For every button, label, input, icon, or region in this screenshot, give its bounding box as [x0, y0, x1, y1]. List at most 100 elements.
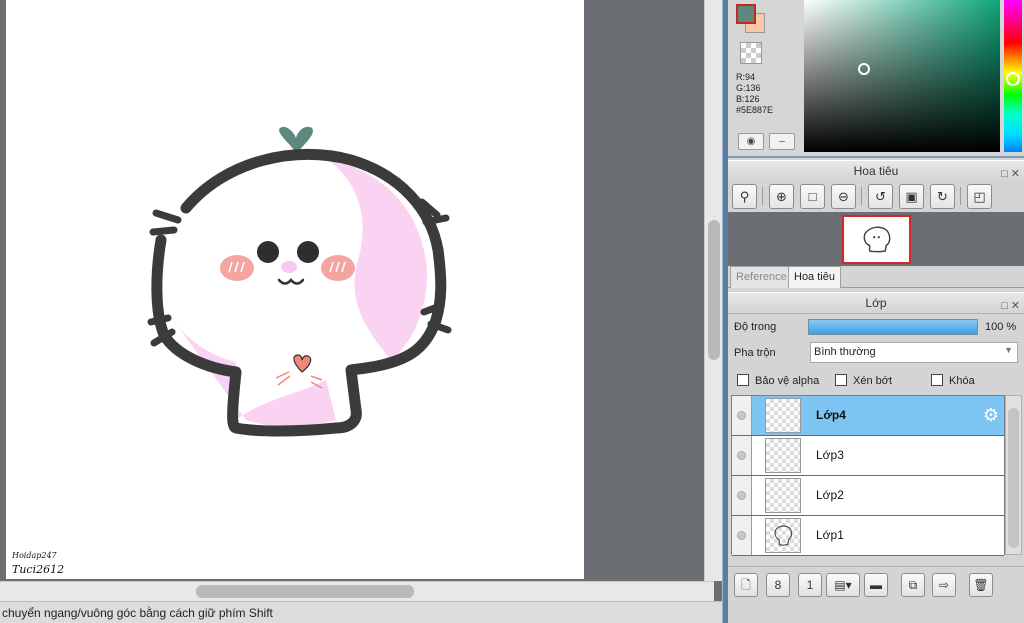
layer-name: Lớp4: [816, 408, 846, 422]
gear-icon[interactable]: ⚙: [981, 405, 1001, 425]
clipping-checkbox[interactable]: Xén bớt: [835, 374, 892, 387]
new-folder-button[interactable]: ▬: [864, 573, 888, 597]
minimize-icon: –: [779, 136, 785, 147]
canvas-paper[interactable]: Hoidap247 Tuci2612: [6, 0, 584, 579]
checkbox-box[interactable]: [931, 374, 943, 386]
navigator-toolbar: ⚲ ⊕ □ ⊖ ↺ ▣ ↻ ◰: [728, 181, 1024, 212]
rotate-left-button[interactable]: ↺: [868, 184, 893, 209]
saturation-value-picker[interactable]: [804, 0, 1000, 152]
character-artwork: [147, 126, 452, 437]
duplicate-icon: ⧉: [908, 578, 918, 592]
layer-row[interactable]: Lớp3: [732, 436, 1004, 476]
fit-icon: □: [808, 189, 817, 204]
color-picker-cursor[interactable]: [858, 63, 870, 75]
layer-row[interactable]: Lớp2: [732, 476, 1004, 516]
green-value: G:136: [736, 83, 761, 93]
hue-slider-cursor[interactable]: [1006, 72, 1020, 86]
layer-list-scroll-thumb[interactable]: [1008, 408, 1019, 548]
minimize-button[interactable]: –: [769, 133, 795, 150]
new-8bit-layer-button[interactable]: 8: [766, 573, 790, 597]
navigator-tabs: Reference Hoa tiêu: [728, 266, 1024, 288]
fit-window-icon: ▣: [905, 189, 918, 204]
folder-icon: ▬: [870, 578, 882, 592]
layer-thumbnail-art: [774, 525, 793, 546]
tab-reference[interactable]: Reference: [730, 266, 793, 288]
popout-icon[interactable]: □: [1001, 300, 1008, 312]
canvas-area[interactable]: Hoidap247 Tuci2612: [0, 0, 704, 581]
layer-visibility-toggle[interactable]: [732, 476, 752, 515]
halftone-icon: ▤▾: [834, 578, 852, 592]
color-panel: R:94 G:136 B:126 #5E887E ◉ –: [728, 0, 1024, 158]
layer-list: Lớp4 ⚙ Lớp3 Lớp2 Lớp1: [731, 395, 1005, 556]
layer-row[interactable]: Lớp4 ⚙: [732, 396, 1004, 436]
layer-thumbnail: [765, 438, 801, 473]
layer-visibility-toggle[interactable]: [732, 436, 752, 475]
blend-mode-select[interactable]: Bình thường ▼: [810, 342, 1018, 363]
zoom-1-button[interactable]: ⚲: [732, 184, 757, 209]
toolbar-separator: [762, 187, 763, 205]
layer-panel-header: Lớp □ ✕: [728, 292, 1024, 314]
horizontal-scroll-thumb[interactable]: [196, 585, 414, 598]
close-icon[interactable]: ✕: [1011, 168, 1020, 180]
protect-alpha-checkbox[interactable]: Bảo vệ alpha: [737, 374, 819, 387]
checkbox-box[interactable]: [835, 374, 847, 386]
close-icon[interactable]: ✕: [1011, 300, 1020, 312]
color-values: R:94 G:136 B:126 #5E887E: [736, 72, 773, 116]
canvas-vertical-scrollbar[interactable]: [704, 0, 722, 581]
delete-layer-button[interactable]: 🗑: [969, 573, 993, 597]
tab-navigator[interactable]: Hoa tiêu: [788, 266, 841, 288]
checkbox-box[interactable]: [737, 374, 749, 386]
palette-icon: ◉: [746, 136, 756, 147]
flip-button[interactable]: ◰: [967, 184, 992, 209]
layer-name: Lớp3: [816, 448, 844, 462]
opacity-value: 100 %: [985, 321, 1017, 333]
preview-thumbnail: [863, 226, 891, 253]
new-layer-button[interactable]: 🗋: [734, 573, 758, 597]
halftone-layer-button[interactable]: ▤▾: [826, 573, 860, 597]
fit-button[interactable]: □: [800, 184, 825, 209]
opacity-label: Độ trong: [734, 321, 777, 333]
layer-panel-title: Lớp: [865, 296, 887, 310]
flip-icon: ◰: [973, 189, 986, 204]
blend-mode-value: Bình thường: [814, 346, 876, 358]
duplicate-layer-button[interactable]: ⧉: [901, 573, 925, 597]
layer-list-scrollbar[interactable]: [1005, 395, 1022, 555]
layer-visibility-toggle[interactable]: [732, 516, 752, 555]
rotate-right-button[interactable]: ↻: [930, 184, 955, 209]
navigator-preview-area[interactable]: [728, 212, 1024, 266]
navigator-preview[interactable]: [842, 215, 911, 264]
palette-button[interactable]: ◉: [738, 133, 764, 150]
main-color-swatch[interactable]: [736, 4, 756, 24]
opacity-slider[interactable]: [808, 319, 978, 335]
new-1bit-layer-button[interactable]: 1: [798, 573, 822, 597]
zoom-in-button[interactable]: ⊕: [769, 184, 794, 209]
layer-name: Lớp2: [816, 488, 844, 502]
layer-thumbnail: [765, 518, 801, 553]
blue-value: B:126: [736, 94, 760, 104]
delete-icon: 🗑: [973, 578, 989, 592]
fit-window-button[interactable]: ▣: [899, 184, 924, 209]
layer-visibility-toggle[interactable]: [732, 396, 752, 435]
layer-row[interactable]: Lớp1: [732, 516, 1004, 556]
merge-layer-button[interactable]: ⇨: [932, 573, 956, 597]
new-layer-icon: 🗋: [741, 578, 751, 592]
layer-thumbnail: [765, 478, 801, 513]
toolbar-separator: [960, 187, 961, 205]
transparent-color-swatch[interactable]: [740, 42, 762, 64]
vertical-scroll-thumb[interactable]: [708, 220, 720, 360]
medibang-app: Hoidap247 Tuci2612 chuyển ngang/vuông gó…: [0, 0, 1024, 623]
new-layer-1bit-icon: 1: [806, 578, 814, 592]
canvas-horizontal-scrollbar[interactable]: [0, 581, 714, 601]
layer-properties: Độ trong 100 % Pha trộn Bình thường ▼ Bả…: [728, 314, 1024, 392]
navigator-title: Hoa tiêu: [853, 164, 899, 178]
lock-label: Khóa: [949, 375, 975, 387]
layer-thumbnail: [765, 398, 801, 433]
popout-icon[interactable]: □: [1001, 168, 1008, 180]
zoom-out-button[interactable]: ⊖: [831, 184, 856, 209]
eye-icon: [737, 491, 746, 500]
lock-checkbox[interactable]: Khóa: [931, 374, 975, 387]
eye-icon: [737, 411, 746, 420]
eye-icon: [737, 531, 746, 540]
red-value: R:94: [736, 72, 756, 82]
blend-label: Pha trộn: [734, 347, 776, 359]
